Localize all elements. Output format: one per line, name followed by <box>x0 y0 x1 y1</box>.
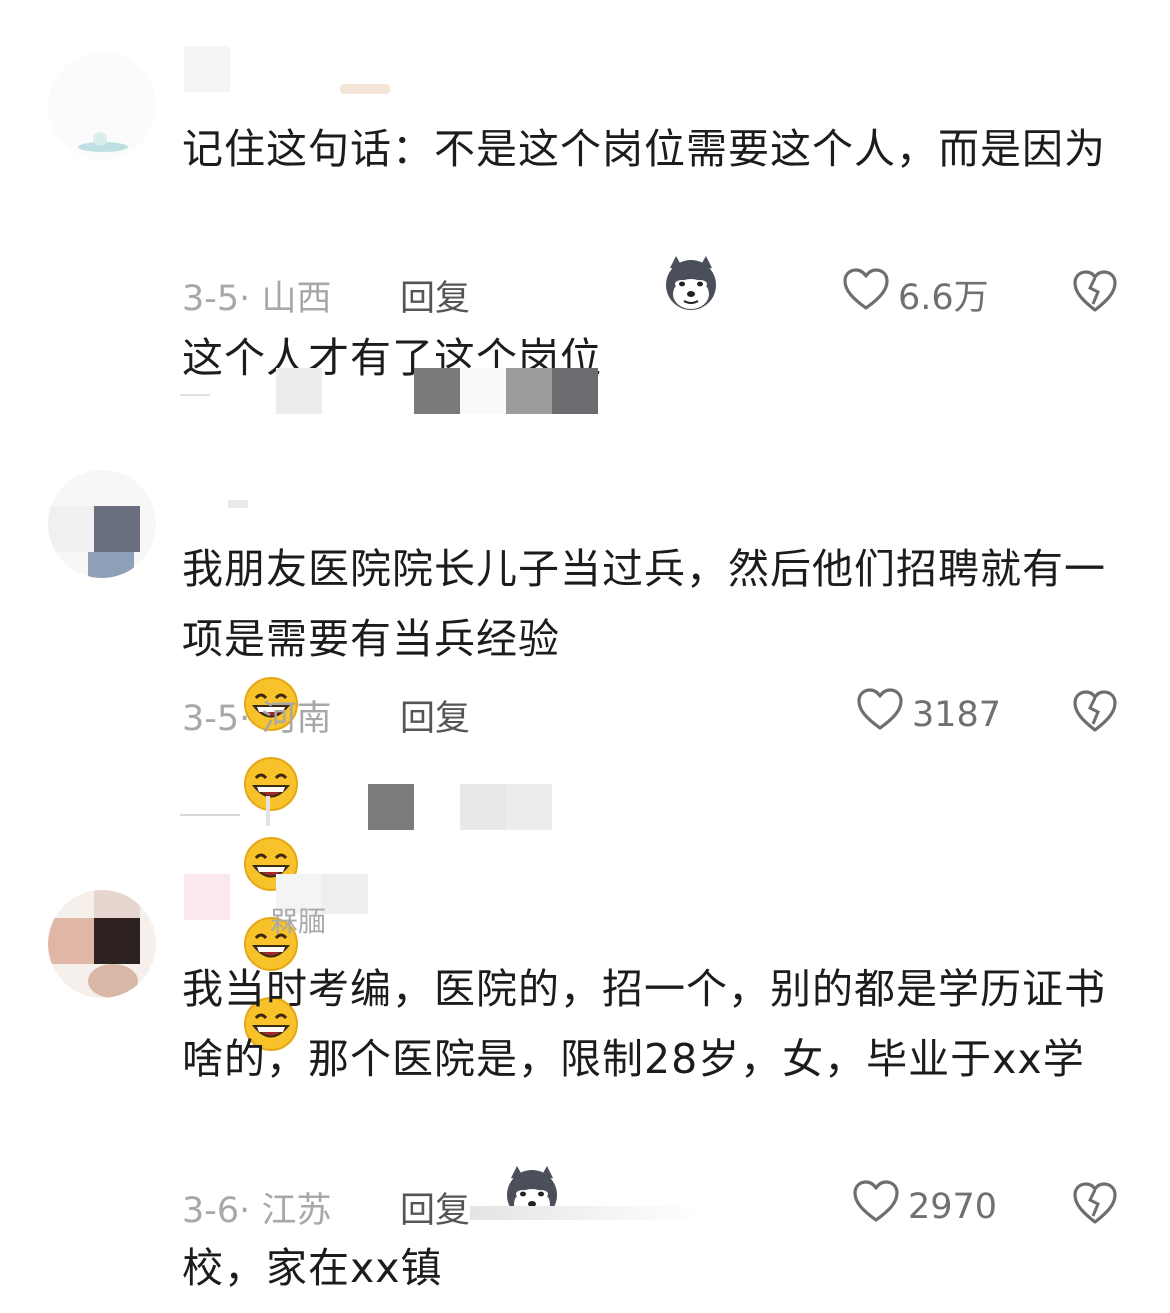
like-count: 2970 <box>908 1186 998 1227</box>
heart-icon <box>842 268 890 321</box>
heart-icon <box>856 688 904 741</box>
blurred-region <box>266 796 270 826</box>
avatar[interactable] <box>48 470 156 578</box>
blurred-region <box>552 368 598 414</box>
comment-meta: 3-6· 江苏 <box>182 1191 332 1231</box>
dislike-button[interactable] <box>1072 1182 1118 1230</box>
username-blur <box>322 874 368 914</box>
reply-button[interactable]: 回复 <box>400 270 470 321</box>
blurred-region <box>506 784 552 830</box>
blurred-region <box>276 368 322 414</box>
blurred-region <box>460 784 506 830</box>
avatar[interactable] <box>48 890 156 998</box>
broken-heart-icon <box>1072 1182 1118 1230</box>
grin-emoji-icon <box>242 755 300 834</box>
username-blur <box>228 500 248 508</box>
like-button[interactable]: 2970 <box>852 1180 997 1233</box>
heart-icon <box>852 1180 900 1233</box>
like-button[interactable]: 6.6万 <box>842 268 989 321</box>
comment-meta: 3-5· 山西 <box>182 279 332 319</box>
dislike-button[interactable] <box>1072 270 1118 318</box>
comment-text: 记住这句话：不是这个岗位需要这个人，而是因为这个人才有了这个岗位 <box>182 114 1122 403</box>
reply-button[interactable]: 回复 <box>400 690 470 741</box>
comment-text: 我当时考编，医院的，招一个，别的都是学历证书啥的，那个医院是，限制28岁，女，毕… <box>182 954 1122 1313</box>
blurred-region <box>470 1206 700 1220</box>
blurred-region <box>414 368 460 414</box>
broken-heart-icon <box>1072 270 1118 318</box>
blurred-region <box>506 368 552 414</box>
blurred-region <box>368 784 414 830</box>
blurred-region <box>180 394 210 396</box>
dislike-button[interactable] <box>1072 690 1118 738</box>
blurred-region <box>460 368 506 414</box>
reply-button[interactable]: 回复 <box>400 1182 470 1233</box>
like-count: 3187 <box>912 694 1002 735</box>
avatar[interactable] <box>48 52 156 160</box>
broken-heart-icon <box>1072 690 1118 738</box>
blurred-region <box>180 814 240 816</box>
like-count: 6.6万 <box>898 278 989 318</box>
username-blur <box>340 84 390 94</box>
username-blur <box>184 874 230 920</box>
username-blur[interactable] <box>184 46 230 92</box>
comment-meta: 3-5· 河南 <box>182 699 332 739</box>
username[interactable]: 槑腼 <box>270 900 326 940</box>
husky-emoji-icon <box>606 184 720 403</box>
like-button[interactable]: 3187 <box>856 688 1001 741</box>
